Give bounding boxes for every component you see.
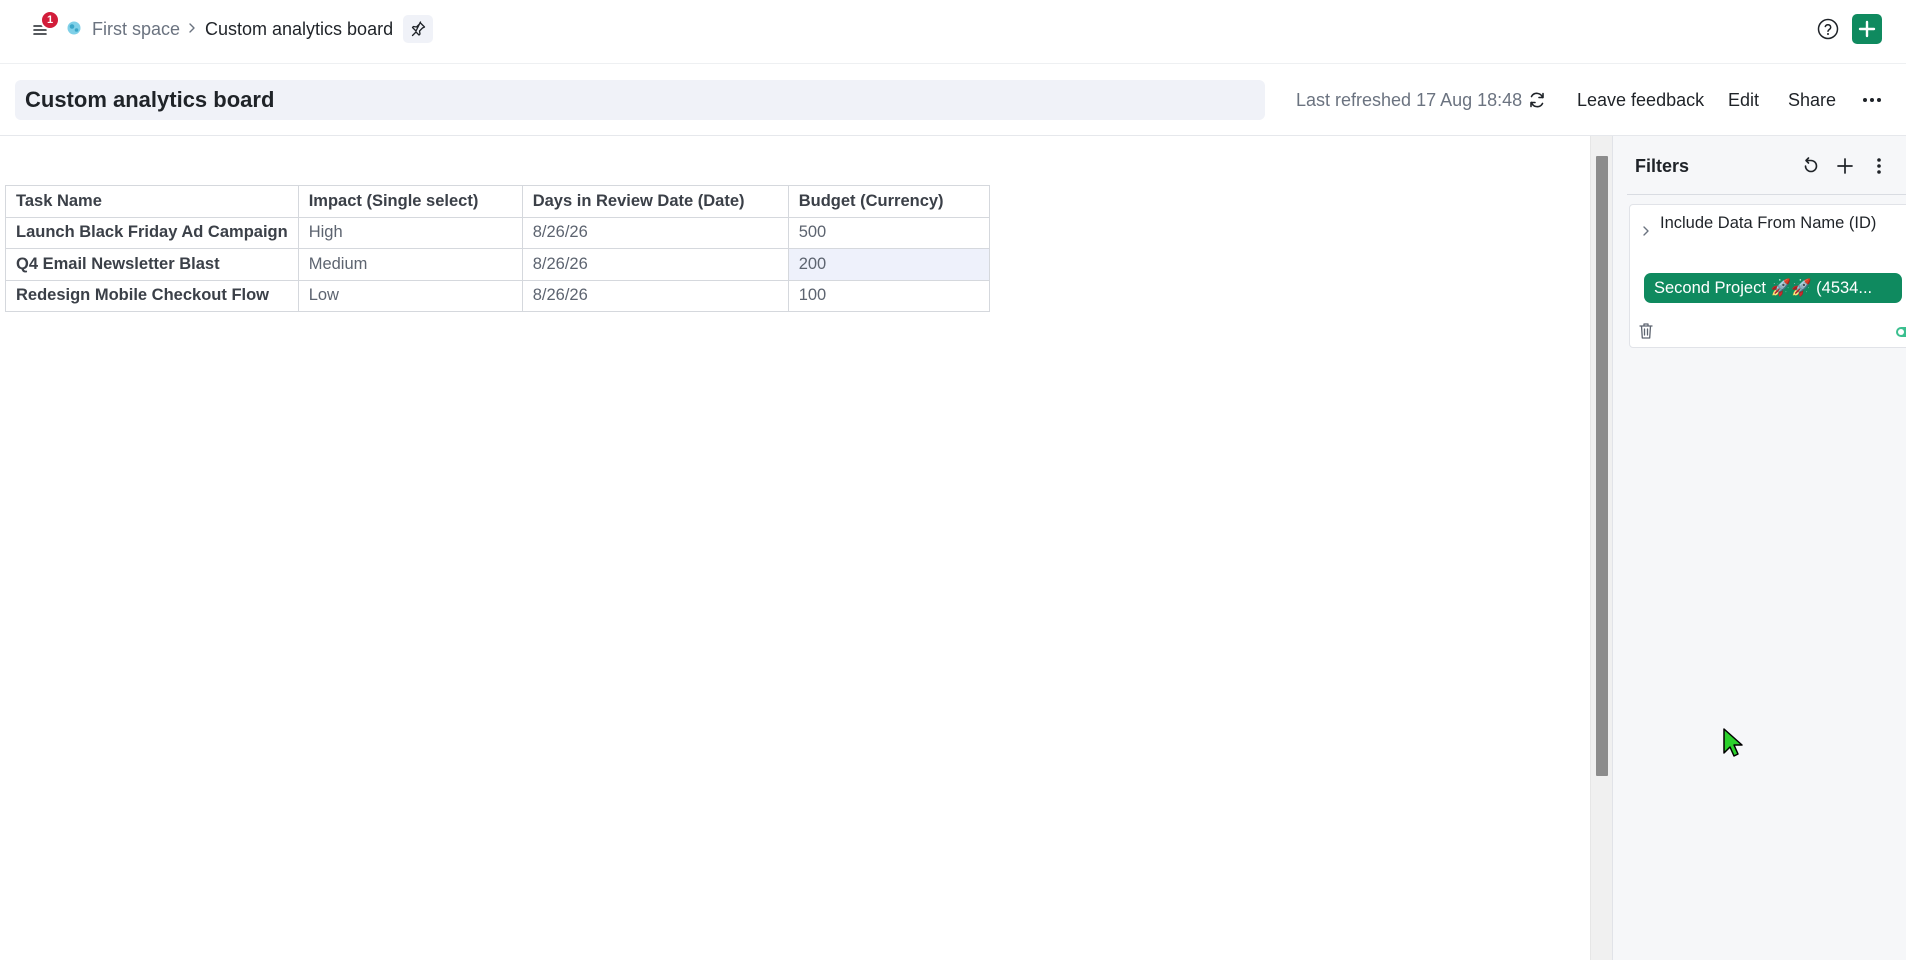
filter-value-chip[interactable]: Second Project 🚀🚀 (4534... bbox=[1644, 273, 1902, 303]
table-cell[interactable]: High bbox=[297, 216, 523, 249]
board-canvas: Task Name Impact (Single select) Days in… bbox=[0, 136, 1590, 960]
plus-icon bbox=[1837, 158, 1853, 174]
table-header-row: Task Name Impact (Single select) Days in… bbox=[5, 185, 990, 218]
filters-more-button[interactable] bbox=[1867, 154, 1891, 178]
filter-enabled-toggle[interactable] bbox=[1896, 327, 1906, 337]
chevron-right-icon bbox=[189, 23, 195, 33]
title-bar: Custom analytics board Last refreshed 17… bbox=[0, 64, 1906, 136]
more-vertical-icon bbox=[1877, 158, 1881, 174]
column-header[interactable]: Budget (Currency) bbox=[787, 185, 990, 218]
add-filter-button[interactable] bbox=[1833, 154, 1857, 178]
table-cell[interactable]: Launch Black Friday Ad Campaign bbox=[5, 216, 299, 249]
refresh-icon bbox=[1530, 92, 1544, 108]
table-row: Redesign Mobile Checkout Flow Low 8/26/2… bbox=[5, 279, 990, 312]
table-cell[interactable]: 8/26/26 bbox=[521, 279, 789, 312]
column-header[interactable]: Impact (Single select) bbox=[297, 185, 523, 218]
help-button[interactable] bbox=[1816, 17, 1840, 41]
vertical-scrollbar[interactable] bbox=[1590, 136, 1612, 960]
add-button[interactable] bbox=[1852, 14, 1882, 44]
top-bar: 1 First space Custom analytics board bbox=[0, 0, 1906, 64]
filter-options-button[interactable] bbox=[1900, 213, 1906, 233]
more-horizontal-icon bbox=[1863, 98, 1881, 102]
reset-icon bbox=[1804, 157, 1818, 173]
table-cell[interactable]: 8/26/26 bbox=[521, 216, 789, 249]
table-cell[interactable]: Redesign Mobile Checkout Flow bbox=[5, 279, 299, 312]
filter-label: Include Data From Name (ID) bbox=[1660, 214, 1877, 232]
table-cell[interactable]: Low bbox=[297, 279, 523, 312]
breadcrumb-board: Custom analytics board bbox=[205, 19, 394, 39]
more-options-button[interactable] bbox=[1860, 90, 1884, 110]
table-cell[interactable]: 100 bbox=[787, 279, 990, 312]
breadcrumb-space[interactable]: First space bbox=[92, 19, 180, 40]
table-cell[interactable]: Q4 Email Newsletter Blast bbox=[5, 248, 299, 281]
table-row: Launch Black Friday Ad Campaign High 8/2… bbox=[5, 216, 990, 249]
table-row: Q4 Email Newsletter Blast Medium 8/26/26… bbox=[5, 248, 990, 281]
reset-filters-button[interactable] bbox=[1799, 154, 1823, 178]
delete-filter-button[interactable] bbox=[1636, 321, 1656, 341]
edit-button[interactable]: Edit bbox=[1728, 90, 1759, 111]
table-cell[interactable]: 500 bbox=[787, 216, 990, 249]
filters-divider bbox=[1627, 194, 1906, 195]
filters-panel: Filters Include Data From Name (ID) Seco… bbox=[1612, 136, 1906, 960]
refresh-button[interactable] bbox=[1526, 89, 1548, 111]
filters-title: Filters bbox=[1635, 156, 1690, 176]
scrollbar-thumb[interactable] bbox=[1596, 156, 1608, 776]
table-cell-selected[interactable]: 200 bbox=[787, 248, 990, 281]
trash-icon bbox=[1639, 323, 1653, 339]
filter-card: Include Data From Name (ID) Second Proje… bbox=[1629, 204, 1906, 348]
notification-badge[interactable]: 1 bbox=[40, 10, 60, 30]
table-cell[interactable]: 8/26/26 bbox=[521, 248, 789, 281]
share-button[interactable]: Share bbox=[1788, 90, 1836, 111]
column-header[interactable]: Days in Review Date (Date) bbox=[521, 185, 789, 218]
board-title-input[interactable]: Custom analytics board bbox=[15, 80, 1265, 120]
leave-feedback-button[interactable]: Leave feedback bbox=[1577, 90, 1704, 111]
plus-icon bbox=[1858, 20, 1876, 38]
column-header[interactable]: Task Name bbox=[5, 185, 299, 218]
pin-button[interactable] bbox=[403, 15, 433, 43]
last-refreshed-text: Last refreshed 17 Aug 18:48 bbox=[1296, 90, 1523, 110]
help-circle-icon bbox=[1817, 18, 1839, 40]
pin-icon bbox=[411, 21, 426, 37]
chevron-right-icon[interactable] bbox=[1640, 225, 1652, 237]
table-cell[interactable]: Medium bbox=[297, 248, 523, 281]
globe-icon bbox=[67, 21, 81, 35]
data-table: Task Name Impact (Single select) Days in… bbox=[5, 185, 990, 312]
